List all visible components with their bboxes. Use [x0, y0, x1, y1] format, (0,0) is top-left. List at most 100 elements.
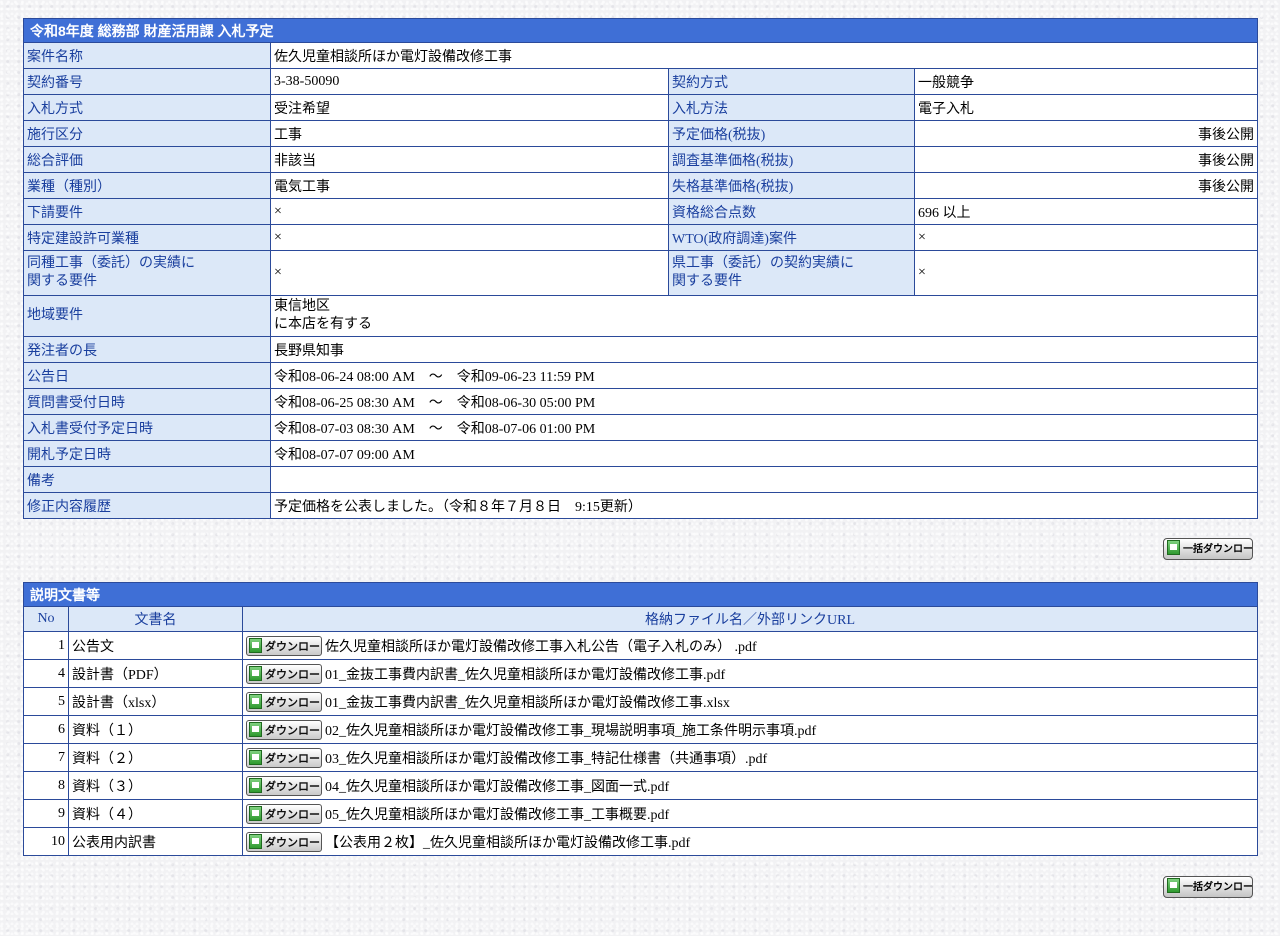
documents-section-title: 説明文書等: [22, 582, 1259, 607]
file-name-link[interactable]: 02_佐久児童相談所ほか電灯設備改修工事_現場説明事項_施工条件明示事項.pdf: [325, 724, 816, 739]
download-button[interactable]: ダウンロード: [246, 803, 322, 824]
file-name-link[interactable]: 03_佐久児童相談所ほか電灯設備改修工事_特記仕様書（共通事項）.pdf: [325, 752, 767, 767]
info-row: 備考: [23, 466, 1259, 493]
field-label: 入札方法: [668, 94, 915, 121]
document-file-cell: ダウンロード01_金抜工事費内訳書_佐久児童相談所ほか電灯設備改修工事.xlsx: [241, 687, 1259, 716]
field-value: 事後公開: [913, 146, 1259, 173]
field-label: 備考: [23, 466, 271, 493]
pref-record-label: 県工事（委託）の契約実績に 関する要件: [668, 250, 915, 296]
bulk-download-button-bottom[interactable]: 一括ダウンロード: [1163, 876, 1253, 898]
field-label: 総合評価: [23, 146, 271, 173]
document-row: 7資料（２）ダウンロード03_佐久児童相談所ほか電灯設備改修工事_特記仕様書（共…: [23, 743, 1259, 772]
file-name-link[interactable]: 05_佐久児童相談所ほか電灯設備改修工事_工事概要.pdf: [325, 808, 669, 823]
document-no: 1: [23, 631, 69, 660]
info-row: 契約番号 3-38-50090 契約方式 一般競争: [23, 68, 1259, 95]
field-label: 調査基準価格(税抜): [668, 146, 915, 173]
download-icon: [249, 805, 262, 821]
field-label: 開札予定日時: [23, 440, 271, 467]
info-row: 質問書受付日時 令和08-06-25 08:30 AM ～ 令和08-06-30 …: [23, 388, 1259, 415]
document-name: 公表用内訳書: [68, 827, 243, 856]
download-icon: [249, 665, 262, 681]
document-no: 8: [23, 771, 69, 800]
field-label: 入札方式: [23, 94, 271, 121]
document-file-cell: ダウンロード04_佐久児童相談所ほか電灯設備改修工事_図面一式.pdf: [241, 771, 1259, 800]
file-name-link[interactable]: 【公表用２枚】_佐久児童相談所ほか電灯設備改修工事.pdf: [325, 836, 690, 851]
pref-record-value: ×: [913, 250, 1259, 296]
document-row: 5設計書（xlsx）ダウンロード01_金抜工事費内訳書_佐久児童相談所ほか電灯設…: [23, 687, 1259, 716]
field-value: 電気工事: [270, 172, 669, 199]
document-name: 資料（４）: [68, 799, 243, 828]
document-no: 5: [23, 687, 69, 716]
field-value: 令和08-07-07 09:00 AM: [269, 440, 1259, 467]
file-name-link[interactable]: 01_金抜工事費内訳書_佐久児童相談所ほか電灯設備改修工事.xlsx: [325, 696, 730, 711]
documents-table: 説明文書等 No 文書名 格納ファイル名／外部リンクURL 1公告文ダウンロード…: [22, 582, 1259, 856]
field-label: WTO(政府調達)案件: [668, 224, 915, 251]
download-button[interactable]: ダウンロード: [246, 831, 322, 852]
download-icon: [1167, 878, 1180, 893]
field-value: 令和08-06-24 08:00 AM ～ 令和09-06-23 11:59 P…: [269, 362, 1259, 389]
download-button[interactable]: ダウンロード: [246, 635, 322, 656]
document-name: 設計書（PDF）: [68, 659, 243, 688]
info-row: 公告日 令和08-06-24 08:00 AM ～ 令和09-06-23 11:5…: [23, 362, 1259, 389]
info-row: 入札方式 受注希望 入札方法 電子入札: [23, 94, 1259, 121]
info-row: 修正内容履歴 予定価格を公表しました。（令和８年７月８日 9:15更新）: [23, 492, 1259, 519]
field-value: ×: [270, 224, 669, 251]
same-kind-value: ×: [270, 250, 669, 296]
field-value: 令和08-06-25 08:30 AM ～ 令和08-06-30 05:00 P…: [269, 388, 1259, 415]
bulk-download-button-top[interactable]: 一括ダウンロード: [1163, 538, 1253, 560]
file-name-link[interactable]: 04_佐久児童相談所ほか電灯設備改修工事_図面一式.pdf: [325, 780, 669, 795]
download-button[interactable]: ダウンロード: [246, 719, 322, 740]
download-icon: [249, 721, 262, 737]
field-label: 公告日: [23, 362, 271, 389]
field-value: [269, 466, 1259, 493]
field-label: 失格基準価格(税抜): [668, 172, 915, 199]
document-row: 8資料（３）ダウンロード04_佐久児童相談所ほか電灯設備改修工事_図面一式.pd…: [23, 771, 1259, 800]
region-value: 東信地区 に本店を有する: [269, 295, 1259, 337]
field-value: 3-38-50090: [270, 68, 669, 95]
info-row: 下請要件 × 資格総合点数 696 以上: [23, 198, 1259, 225]
download-button[interactable]: ダウンロード: [246, 663, 322, 684]
download-button[interactable]: ダウンロード: [246, 691, 322, 712]
field-label: 質問書受付日時: [23, 388, 271, 415]
info-row: 総合評価 非該当 調査基準価格(税抜) 事後公開: [23, 146, 1259, 173]
download-button[interactable]: ダウンロード: [246, 747, 322, 768]
document-no: 9: [23, 799, 69, 828]
document-row: 9資料（４）ダウンロード05_佐久児童相談所ほか電灯設備改修工事_工事概要.pd…: [23, 799, 1259, 828]
file-name-link[interactable]: 佐久児童相談所ほか電灯設備改修工事入札公告（電子入札のみ） .pdf: [325, 640, 757, 655]
field-label: 契約方式: [668, 68, 915, 95]
file-name-link[interactable]: 01_金抜工事費内訳書_佐久児童相談所ほか電灯設備改修工事.pdf: [325, 668, 725, 683]
region-label: 地域要件: [23, 295, 271, 337]
field-value: 受注希望: [270, 94, 669, 121]
field-value: 事後公開: [913, 172, 1259, 199]
field-value: 一般競争: [913, 68, 1259, 95]
field-label: 修正内容履歴: [23, 492, 271, 519]
document-no: 10: [23, 827, 69, 856]
case-name-label: 案件名称: [23, 42, 271, 69]
field-value: 事後公開: [913, 120, 1259, 147]
document-row: 4設計書（PDF）ダウンロード01_金抜工事費内訳書_佐久児童相談所ほか電灯設備…: [23, 659, 1259, 688]
document-file-cell: ダウンロード01_金抜工事費内訳書_佐久児童相談所ほか電灯設備改修工事.pdf: [241, 659, 1259, 688]
document-name: 資料（１）: [68, 715, 243, 744]
field-value: 令和08-07-03 08:30 AM ～ 令和08-07-06 01:00 P…: [269, 414, 1259, 441]
field-value: 長野県知事: [269, 336, 1259, 363]
field-value: ×: [270, 198, 669, 225]
download-button[interactable]: ダウンロード: [246, 775, 322, 796]
info-row: 特定建設許可業種 × WTO(政府調達)案件 ×: [23, 224, 1259, 251]
document-name: 資料（３）: [68, 771, 243, 800]
field-label: 契約番号: [23, 68, 271, 95]
info-row: 入札書受付予定日時 令和08-07-03 08:30 AM ～ 令和08-07-0…: [23, 414, 1259, 441]
document-row: 10公表用内訳書ダウンロード【公表用２枚】_佐久児童相談所ほか電灯設備改修工事.…: [23, 827, 1259, 856]
download-icon: [249, 833, 262, 849]
document-file-cell: ダウンロード03_佐久児童相談所ほか電灯設備改修工事_特記仕様書（共通事項）.p…: [241, 743, 1259, 772]
field-label: 予定価格(税抜): [668, 120, 915, 147]
field-value: 予定価格を公表しました。（令和８年７月８日 9:15更新）: [269, 492, 1259, 519]
download-icon: [249, 777, 262, 793]
document-name: 資料（２）: [68, 743, 243, 772]
document-name: 公告文: [68, 631, 243, 660]
column-header-file: 格納ファイル名／外部リンクURL: [241, 606, 1259, 632]
document-row: 1公告文ダウンロード佐久児童相談所ほか電灯設備改修工事入札公告（電子入札のみ） …: [23, 631, 1259, 660]
bid-info-table: 令和8年度 総務部 財産活用課 入札予定 案件名称 佐久児童相談所ほか電灯設備改…: [22, 18, 1259, 519]
document-file-cell: ダウンロード05_佐久児童相談所ほか電灯設備改修工事_工事概要.pdf: [241, 799, 1259, 828]
field-value: 非該当: [270, 146, 669, 173]
field-value: 696 以上: [913, 198, 1259, 225]
